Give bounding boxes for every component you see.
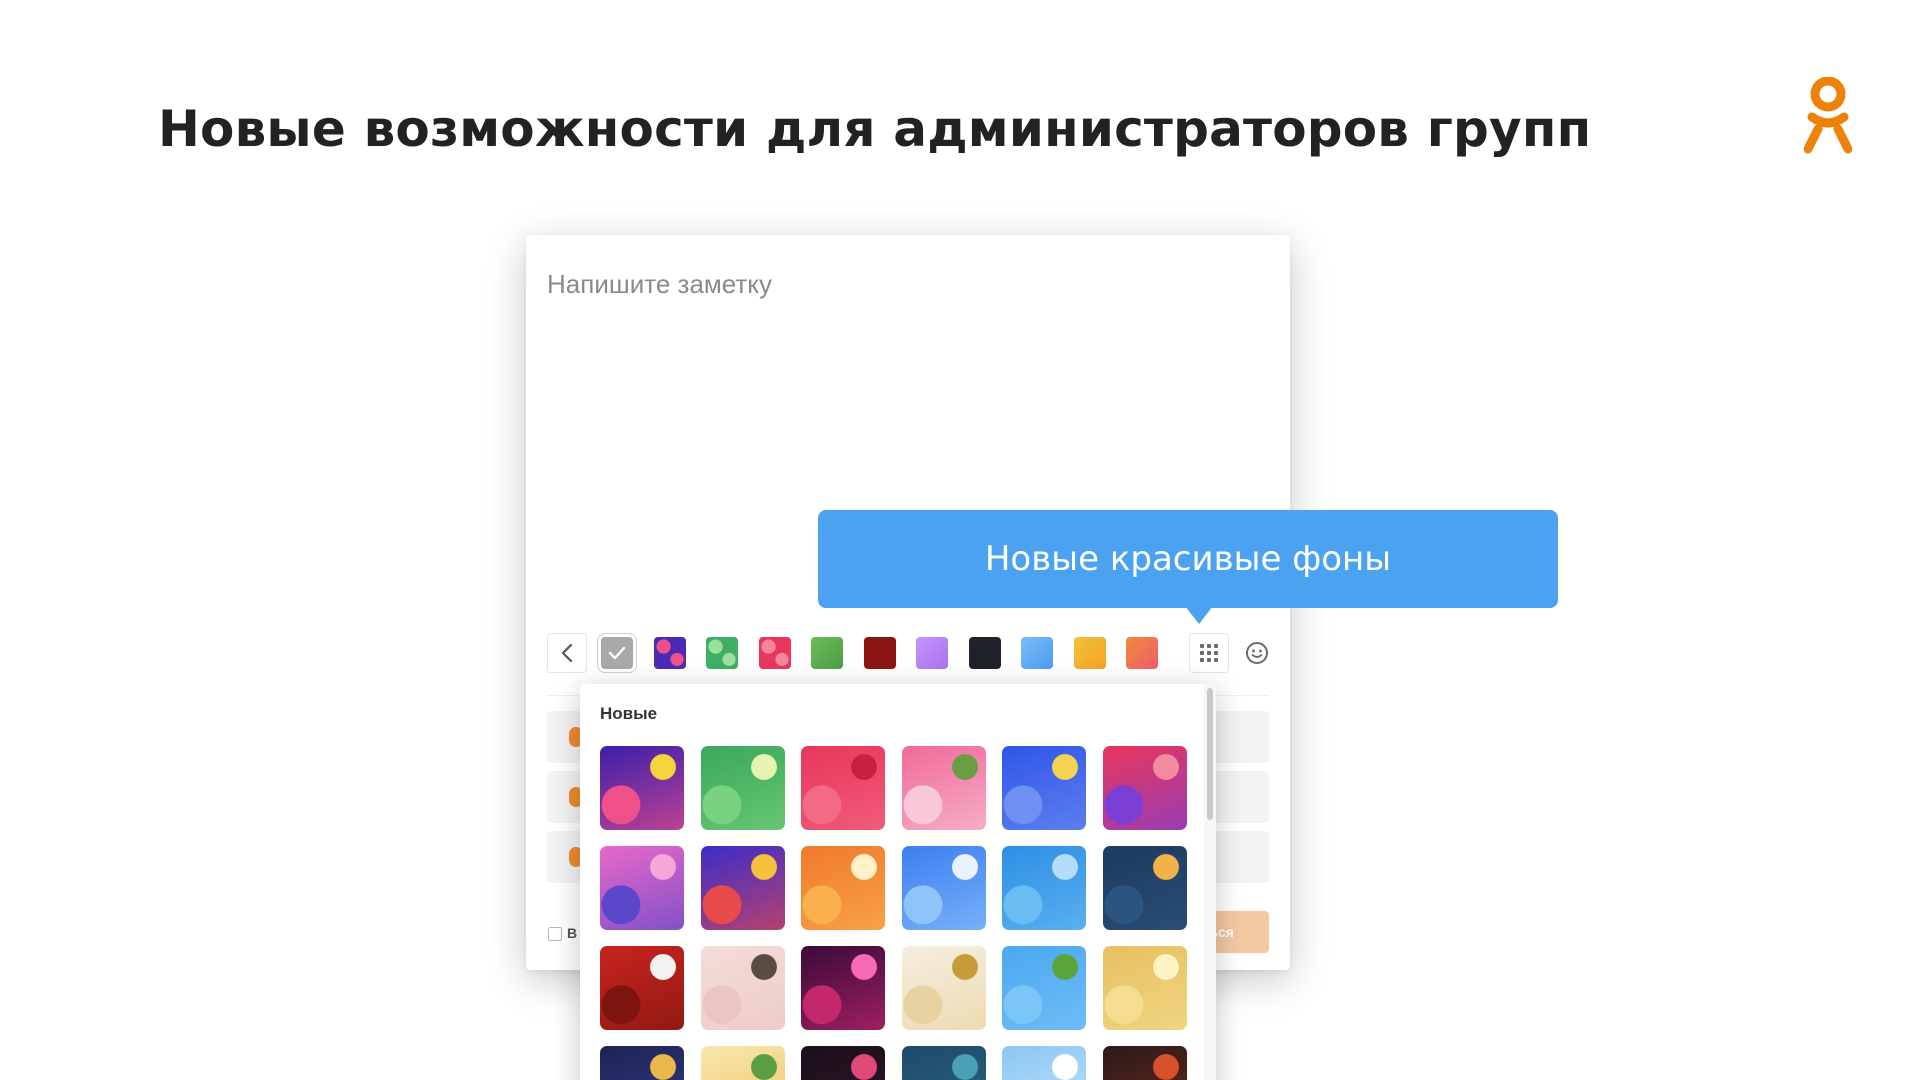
footer-checkbox-label: В xyxy=(567,925,578,941)
background-swatch-black[interactable] xyxy=(968,637,1001,669)
background-swatch-orange[interactable] xyxy=(1073,637,1106,669)
background-swatch-party[interactable] xyxy=(653,637,686,669)
background-tile-dark-sparkles[interactable] xyxy=(801,1046,885,1080)
background-tile-teal-leaves[interactable] xyxy=(901,1046,986,1080)
background-tile-green-branches[interactable] xyxy=(1002,946,1086,1030)
tooltip-pointer xyxy=(1185,606,1213,624)
scroll-thumb[interactable] xyxy=(1207,688,1213,820)
background-swatch-money[interactable] xyxy=(706,637,738,669)
background-tile-ribbons-blue[interactable] xyxy=(700,846,785,930)
background-tile-blue-gradient[interactable] xyxy=(1002,846,1086,930)
background-tile-party-confetti[interactable] xyxy=(600,746,684,830)
background-grid-button[interactable] xyxy=(1189,633,1229,673)
background-tile-oranges[interactable] xyxy=(801,846,885,930)
background-tile-money-bills[interactable] xyxy=(700,746,785,830)
background-toolbar xyxy=(547,633,1269,673)
check-icon xyxy=(608,646,626,660)
background-tile-bubbles-red[interactable] xyxy=(1102,746,1187,830)
background-swatch-hearts[interactable] xyxy=(758,637,791,669)
background-tile-moon-sky[interactable] xyxy=(901,846,986,930)
background-swatch-dark-red[interactable] xyxy=(863,637,896,669)
odnoklassniki-logo-icon xyxy=(1804,77,1852,154)
grid-icon xyxy=(1200,644,1218,662)
background-tile-red-hearts[interactable] xyxy=(801,746,885,830)
toolbar-back-button[interactable] xyxy=(547,633,587,673)
background-tile-gold-bokeh[interactable] xyxy=(1102,946,1187,1030)
new-backgrounds-tooltip: Новые красивые фоны xyxy=(818,510,1558,608)
picker-scrollbar[interactable] xyxy=(1204,684,1216,1080)
note-text-placeholder[interactable]: Напишите заметку xyxy=(547,269,772,300)
background-swatch-blue[interactable] xyxy=(1021,637,1053,669)
background-tile-golden-coins[interactable] xyxy=(901,946,986,1030)
background-tile-sky-clouds[interactable] xyxy=(1002,1046,1086,1080)
slide-title: Новые возможности для администраторов гр… xyxy=(158,100,1592,158)
background-swatch-sunset[interactable] xyxy=(1126,637,1158,669)
background-tile-pink-hills[interactable] xyxy=(600,846,684,930)
background-picker-dropdown: Новые xyxy=(580,684,1216,1080)
background-tile-starry-night[interactable] xyxy=(1102,846,1187,930)
background-tile-night-clouds[interactable] xyxy=(1002,746,1086,830)
background-swatch-green[interactable] xyxy=(811,637,843,669)
background-tile-stage-lights[interactable] xyxy=(801,946,885,1030)
background-tile-theatre-curtain[interactable] xyxy=(600,946,684,1030)
tooltip-text: Новые красивые фоны xyxy=(984,539,1392,579)
background-tile-cats-pastel[interactable] xyxy=(700,946,785,1030)
background-swatch-none[interactable] xyxy=(597,633,637,673)
smile-icon xyxy=(1246,642,1268,664)
background-tile-dark-stripes[interactable] xyxy=(1102,1046,1187,1080)
background-tile-yellow-flowers[interactable] xyxy=(700,1046,785,1080)
picker-heading: Новые xyxy=(600,704,658,723)
background-tile-navy-pattern[interactable] xyxy=(600,1046,684,1080)
background-tile-sakura-flowers[interactable] xyxy=(901,746,986,830)
emoji-button[interactable] xyxy=(1241,637,1273,669)
footer-checkbox[interactable] xyxy=(548,927,562,941)
background-swatch-purple[interactable] xyxy=(916,637,948,669)
chevron-left-icon xyxy=(561,643,573,663)
